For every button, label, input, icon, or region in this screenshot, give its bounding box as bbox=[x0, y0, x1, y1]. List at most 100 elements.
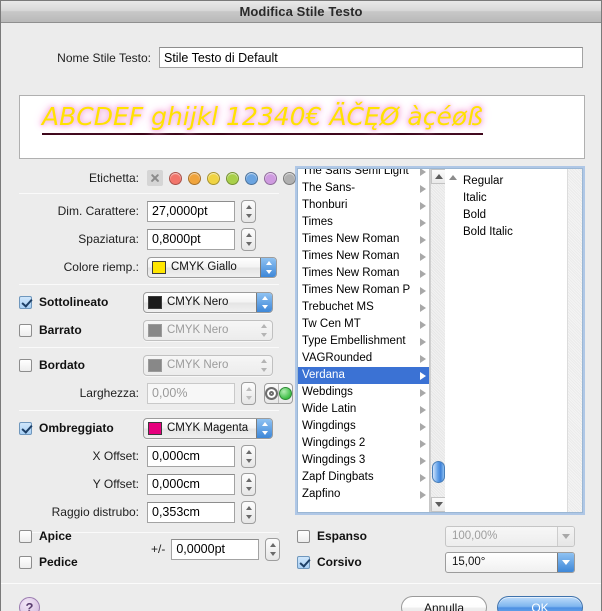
list-item[interactable]: Wingdings 3 bbox=[298, 452, 429, 469]
style-list-scrollbar[interactable] bbox=[567, 169, 582, 512]
font-family-name: The Sans Semi Light bbox=[302, 169, 409, 177]
tracking-row: Spaziatura: bbox=[1, 225, 293, 253]
expanded-checkbox[interactable] bbox=[297, 529, 310, 543]
shadow-y-offset-input[interactable] bbox=[147, 473, 235, 495]
subscript-checkbox[interactable] bbox=[19, 555, 32, 569]
scroll-up-button[interactable] bbox=[431, 169, 446, 184]
strikethrough-checkbox[interactable] bbox=[19, 323, 32, 337]
outline-checkbox[interactable] bbox=[19, 358, 32, 372]
list-item[interactable]: Times New Roman bbox=[298, 231, 429, 248]
etichetta-dot-blue[interactable] bbox=[245, 171, 258, 185]
tracking-stepper[interactable] bbox=[241, 227, 256, 251]
outline-width-label: Larghezza: bbox=[79, 386, 139, 400]
shadow-row: Ombreggiato CMYK Magenta bbox=[1, 414, 293, 442]
shadow-color-popup[interactable]: CMYK Magenta bbox=[143, 417, 273, 439]
tracking-input[interactable] bbox=[147, 228, 235, 250]
font-size-input[interactable] bbox=[147, 200, 235, 222]
list-item[interactable]: The Sans Semi Light bbox=[298, 169, 429, 180]
help-button[interactable]: ? bbox=[19, 597, 40, 611]
font-size-stepper[interactable] bbox=[241, 199, 256, 223]
etichetta-dot-gray[interactable] bbox=[283, 171, 296, 185]
font-family-name: Wide Latin bbox=[302, 403, 357, 415]
font-list-scroll-thumb[interactable] bbox=[432, 461, 445, 483]
italic-checkbox[interactable] bbox=[297, 555, 310, 569]
filled-circle-icon bbox=[279, 386, 292, 400]
list-item[interactable]: Thonburi bbox=[298, 197, 429, 214]
left-options-column: Etichetta: Dim. Carattere: Spaziatura: bbox=[1, 166, 296, 536]
font-family-name: Wingdings bbox=[302, 420, 356, 432]
outline-filled-button[interactable] bbox=[278, 383, 292, 403]
list-item[interactable]: Times New Roman P bbox=[298, 282, 429, 299]
list-item[interactable]: Italic bbox=[445, 190, 567, 207]
ok-button[interactable]: OK bbox=[497, 596, 583, 611]
chevron-right-icon bbox=[420, 456, 426, 465]
list-item[interactable]: Wingdings 2 bbox=[298, 435, 429, 452]
list-item[interactable]: Bold Italic bbox=[445, 224, 567, 241]
list-item[interactable]: Zapfino bbox=[298, 486, 429, 503]
shadow-blur-input[interactable] bbox=[147, 501, 235, 523]
list-item[interactable]: The Sans- bbox=[298, 180, 429, 197]
cancel-button[interactable]: Annulla bbox=[401, 596, 487, 611]
shadow-blur-stepper[interactable] bbox=[241, 500, 256, 524]
list-item[interactable]: Wingdings bbox=[298, 418, 429, 435]
outline-color-value: CMYK Nero bbox=[167, 359, 229, 371]
fill-color-value: CMYK Giallo bbox=[171, 261, 237, 273]
superscript-checkbox[interactable] bbox=[19, 529, 32, 543]
baseline-shift-stepper[interactable] bbox=[265, 537, 281, 561]
style-name-input[interactable] bbox=[159, 47, 583, 68]
chevron-right-icon bbox=[420, 320, 426, 329]
list-item[interactable]: Trebuchet MS bbox=[298, 299, 429, 316]
divider-4 bbox=[19, 410, 279, 411]
list-item[interactable]: Zapf Dingbats bbox=[298, 469, 429, 486]
etichetta-dot-red[interactable] bbox=[169, 171, 182, 185]
font-family-list[interactable]: The Sans Semi Light The Sans- Thonburi T… bbox=[298, 169, 430, 512]
font-family-name: Times bbox=[302, 216, 333, 228]
shadow-checkbox[interactable] bbox=[19, 421, 32, 435]
preview-sample-text: ABCDEF ghijkl 12340€ ÄČĘØ àçéøß bbox=[42, 102, 483, 135]
underline-color-popup[interactable]: CMYK Nero bbox=[143, 291, 273, 313]
font-family-name: Zapfino bbox=[302, 488, 341, 500]
etichetta-none-icon[interactable] bbox=[147, 170, 163, 186]
list-item[interactable]: Tw Cen MT bbox=[298, 316, 429, 333]
list-item[interactable]: Webdings bbox=[298, 384, 429, 401]
chevron-down-icon bbox=[557, 526, 574, 546]
list-item[interactable]: Times bbox=[298, 214, 429, 231]
ring-icon bbox=[265, 386, 278, 400]
list-item[interactable]: Type Embellishment bbox=[298, 333, 429, 350]
font-style-list[interactable]: Regular Italic Bold Bold Italic bbox=[445, 169, 582, 512]
shadow-x-offset-input[interactable] bbox=[147, 445, 235, 467]
fill-color-row: Colore riemp.: CMYK Giallo bbox=[1, 253, 293, 281]
etichetta-dot-green[interactable] bbox=[226, 171, 239, 185]
divider-3 bbox=[19, 347, 279, 348]
chevron-right-icon bbox=[420, 439, 426, 448]
underline-checkbox[interactable] bbox=[19, 295, 32, 309]
shadow-x-offset-label: X Offset: bbox=[92, 449, 139, 463]
footer-buttons: Annulla OK bbox=[401, 596, 583, 611]
italic-angle-value: 15,00° bbox=[452, 556, 486, 568]
scroll-down-button[interactable] bbox=[431, 497, 446, 512]
list-item[interactable]: Wide Latin bbox=[298, 401, 429, 418]
triangle-up-icon bbox=[434, 174, 443, 179]
outline-ring-button[interactable] bbox=[265, 384, 278, 403]
shadow-y-offset-stepper[interactable] bbox=[241, 472, 256, 496]
shadow-y-offset-row: Y Offset: bbox=[1, 470, 293, 498]
list-item[interactable]: VAGRounded bbox=[298, 350, 429, 367]
shadow-x-offset-stepper[interactable] bbox=[241, 444, 256, 468]
list-item[interactable]: Times New Roman bbox=[298, 248, 429, 265]
superscript-row: Apice bbox=[1, 523, 151, 549]
font-family-name: Type Embellishment bbox=[302, 335, 406, 347]
font-list-scrollbar[interactable] bbox=[430, 169, 446, 512]
list-item[interactable]: Times New Roman bbox=[298, 265, 429, 282]
etichetta-dot-purple[interactable] bbox=[264, 171, 277, 185]
etichetta-dot-orange[interactable] bbox=[188, 171, 201, 185]
list-item[interactable]: Regular bbox=[445, 173, 567, 190]
fill-color-popup[interactable]: CMYK Giallo bbox=[147, 256, 277, 278]
list-item-selected[interactable]: Verdana bbox=[298, 367, 429, 384]
outline-width-stepper bbox=[241, 381, 256, 405]
list-item[interactable]: Bold bbox=[445, 207, 567, 224]
baseline-shift-input[interactable] bbox=[171, 538, 260, 560]
chevron-right-icon bbox=[420, 252, 426, 261]
italic-angle-combo[interactable]: 15,00° bbox=[445, 551, 575, 573]
etichetta-dot-yellow[interactable] bbox=[207, 171, 220, 185]
expanded-combo: 100,00% bbox=[445, 525, 575, 547]
